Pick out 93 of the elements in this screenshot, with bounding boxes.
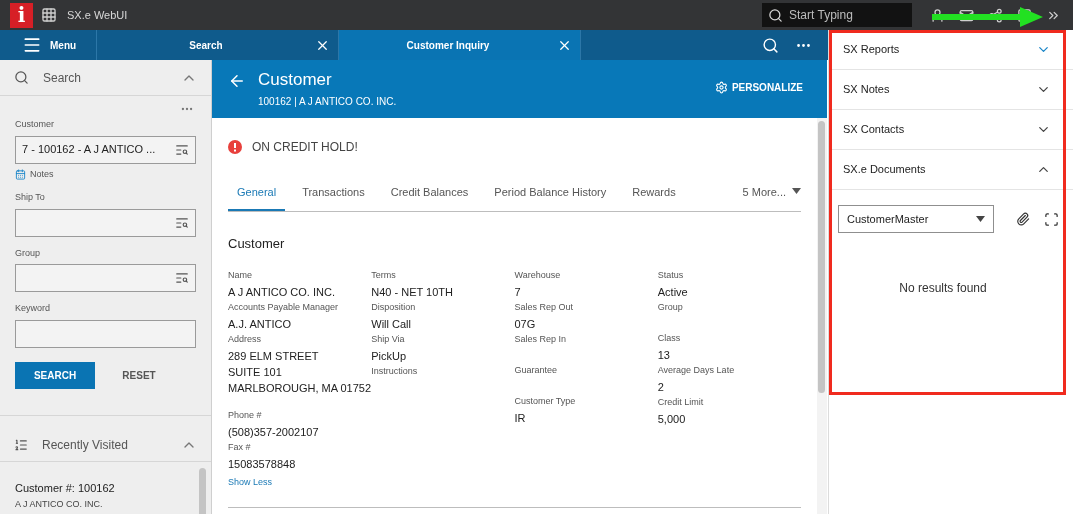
show-less-link[interactable]: Show Less: [228, 475, 372, 489]
field-label: Keyword: [15, 302, 51, 315]
field-label: Disposition: [371, 300, 417, 314]
accordion-header[interactable]: SX Reports: [829, 30, 1073, 70]
field-label: Terms: [371, 268, 397, 282]
field-value: IR: [514, 410, 527, 426]
field-value: 5,000: [657, 411, 687, 427]
field-label: Address: [228, 332, 263, 346]
alert-message: ON CREDIT HOLD!: [252, 139, 358, 156]
field-value: A.J. ANTICO: [228, 316, 292, 332]
search-icon: [768, 7, 783, 23]
field-label: Group: [657, 300, 684, 314]
field-label: Sales Rep In: [514, 332, 568, 346]
field-label: Sales Rep Out: [514, 300, 575, 314]
lookup-icon[interactable]: [175, 215, 189, 230]
search-field[interactable]: Start Typing: [789, 6, 899, 24]
document-type-dropdown[interactable]: CustomerMaster: [838, 205, 994, 233]
calendar-icon: [15, 168, 26, 180]
menu-icon: [22, 35, 42, 55]
field-value: (508)357-2002107: [228, 424, 320, 440]
accordion-header[interactable]: SX Notes: [829, 70, 1073, 110]
input-field[interactable]: 7 - 100162 - A J ANTICO ...: [15, 135, 196, 164]
field-value: 07G: [514, 316, 537, 332]
field-label: Guarantee: [514, 363, 559, 377]
reset-button[interactable]: RESET: [95, 361, 183, 389]
notes-link[interactable]: Notes: [15, 167, 196, 181]
input-field[interactable]: [15, 208, 196, 237]
section-title: Customer: [228, 235, 286, 253]
field-label: Group: [15, 246, 41, 260]
caret-icon: [976, 216, 985, 222]
field-value: A J ANTICO CO. INC.: [228, 284, 336, 300]
field-value: MARLBOROUGH, MA 01752: [228, 380, 372, 396]
field-label: Ship Via: [371, 332, 406, 346]
field-label: Class: [657, 331, 682, 345]
field-value: 7: [514, 284, 522, 300]
caret-icon: [792, 188, 801, 194]
personalize-button[interactable]: PERSONALIZE: [714, 80, 803, 95]
field-value[interactable]: 7 - 100162 - A J ANTICO ...: [22, 141, 175, 158]
field-label: Instructions: [371, 364, 419, 378]
accordion-header[interactable]: SX.e Documents: [829, 150, 1073, 190]
tab[interactable]: Period Balance History: [485, 184, 616, 211]
field-label: Warehouse: [514, 268, 562, 282]
field-value: Will Call: [371, 316, 412, 332]
field-label: Accounts Payable Manager: [228, 300, 340, 314]
field-value: 13: [657, 347, 671, 363]
field-label: Average Days Late: [657, 363, 736, 377]
app-title: SX.e WebUI: [67, 7, 128, 23]
search-icon: [14, 70, 29, 85]
field-value: Active: [657, 284, 689, 300]
more-tabs-dropdown[interactable]: 5 More...: [742, 184, 801, 211]
field-label: Ship To: [15, 191, 46, 204]
lookup-icon[interactable]: [175, 142, 189, 157]
field-value: PickUp: [371, 348, 408, 364]
scrollbar[interactable]: [818, 121, 825, 393]
tab[interactable]: General: [228, 184, 286, 211]
search-button[interactable]: SEARCH: [15, 361, 95, 389]
list-icon: [14, 438, 28, 452]
tab[interactable]: Customer Inquiry: [339, 30, 581, 60]
field-label: Credit Limit: [657, 395, 705, 409]
search-box[interactable]: Start Typing: [762, 3, 912, 27]
field-value: 2: [657, 379, 665, 395]
app-logo[interactable]: i: [10, 2, 33, 28]
tab[interactable]: Credit Balances: [381, 184, 478, 211]
field-label: Phone #: [228, 408, 263, 422]
panel-title: Recently Visited: [42, 437, 129, 454]
field-label: Fax #: [228, 440, 252, 454]
field-value: SUITE 101: [228, 364, 283, 380]
search-icon[interactable]: [762, 36, 779, 54]
input-field[interactable]: [15, 319, 196, 348]
alert-icon: [228, 140, 242, 154]
panel-title: Search: [43, 69, 83, 87]
field-value: 289 ELM STREET: [228, 348, 320, 364]
input-field[interactable]: [15, 264, 196, 292]
settings-icon: [714, 81, 728, 94]
scrollbar[interactable]: [199, 467, 206, 514]
recent-item[interactable]: Customer #: 100162 A J ANTICO CO. INC.: [15, 479, 184, 512]
page-title: Customer: [258, 70, 333, 90]
tab[interactable]: Transactions: [293, 184, 374, 211]
tab[interactable]: Rewards: [623, 184, 685, 211]
back-icon[interactable]: [228, 72, 246, 90]
page-subtitle: 100162 | A J ANTICO CO. INC.: [258, 95, 398, 109]
fullscreen-icon[interactable]: [1044, 211, 1059, 227]
field-label: Customer: [15, 118, 55, 131]
attachment-icon[interactable]: [1016, 212, 1030, 226]
field-value: N40 - NET 10TH: [371, 284, 454, 300]
field-label: Name: [228, 268, 253, 282]
app-grid-icon[interactable]: [41, 7, 57, 23]
accordion-header[interactable]: SX Contacts: [829, 110, 1073, 150]
field-value: 15083578848: [228, 456, 297, 472]
empty-message: No results found: [899, 280, 987, 297]
field-label: Status: [657, 268, 685, 282]
lookup-icon[interactable]: [175, 271, 189, 285]
field-label: Customer Type: [514, 394, 577, 408]
